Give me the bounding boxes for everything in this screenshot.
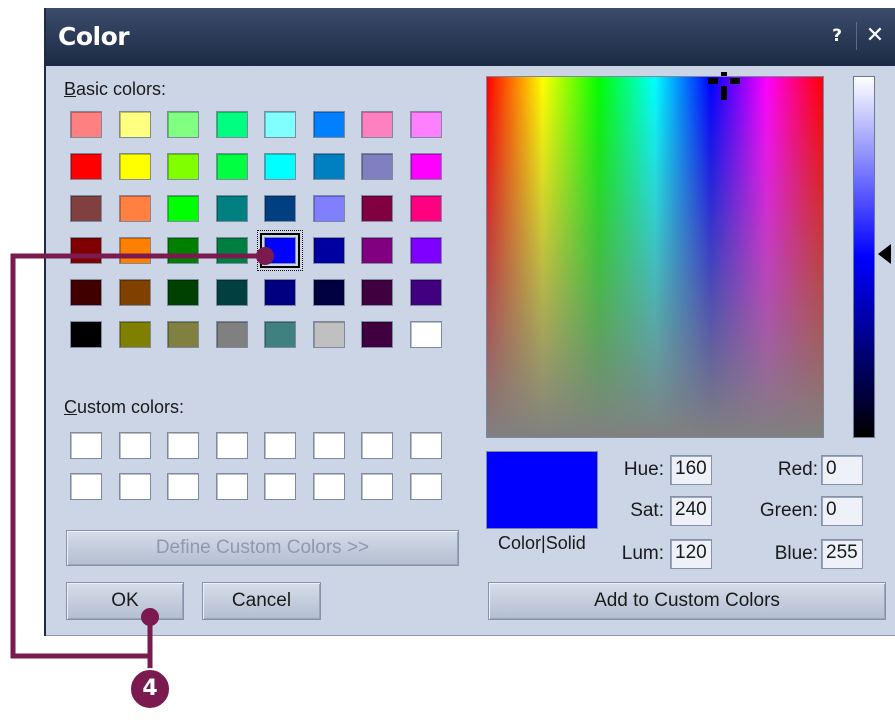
crosshair-icon[interactable]: [706, 72, 742, 100]
basic-color-swatch[interactable]: [118, 321, 151, 348]
custom-color-swatch[interactable]: [361, 473, 393, 500]
basic-color-swatch[interactable]: [409, 237, 442, 264]
basic-color-swatch[interactable]: [312, 237, 345, 264]
hue-field[interactable]: 160: [670, 455, 712, 485]
help-button[interactable]: ?: [821, 20, 853, 52]
custom-color-swatch[interactable]: [264, 432, 296, 459]
color-solid-label: Color|Solid: [498, 533, 586, 553]
basic-color-swatch[interactable]: [264, 279, 296, 306]
ok-button[interactable]: OK: [66, 582, 184, 620]
basic-color-swatch[interactable]: [118, 111, 151, 138]
add-to-custom-colors-button[interactable]: Add to Custom Colors: [488, 582, 886, 620]
basic-color-swatch[interactable]: [409, 111, 442, 138]
blue-field[interactable]: 255: [821, 539, 863, 569]
basic-color-swatch[interactable]: [70, 321, 102, 348]
basic-color-swatch[interactable]: [361, 237, 393, 264]
luminosity-bar[interactable]: [853, 76, 875, 438]
custom-color-swatch[interactable]: [167, 432, 199, 459]
basic-color-swatch[interactable]: [215, 153, 248, 180]
basic-color-swatch[interactable]: [312, 279, 345, 306]
basic-color-swatch[interactable]: [70, 237, 102, 264]
basic-color-swatch[interactable]: [361, 321, 393, 348]
basic-color-swatch[interactable]: [70, 111, 102, 138]
basic-color-swatch[interactable]: [70, 195, 102, 222]
basic-color-swatch[interactable]: [118, 279, 151, 306]
custom-color-swatch[interactable]: [409, 432, 442, 459]
custom-color-swatch[interactable]: [167, 473, 199, 500]
custom-color-swatch[interactable]: [215, 432, 248, 459]
basic-color-swatch[interactable]: [361, 195, 393, 222]
title-bar: Color ? ✕: [46, 8, 895, 66]
cancel-button[interactable]: Cancel: [202, 582, 321, 620]
custom-color-swatch[interactable]: [70, 473, 102, 500]
basic-color-swatch[interactable]: [167, 195, 199, 222]
basic-color-swatch[interactable]: [409, 279, 442, 306]
basic-color-swatch[interactable]: [312, 111, 345, 138]
basic-color-swatch[interactable]: [312, 195, 345, 222]
selected-swatch-frame: [257, 230, 303, 271]
basic-color-swatch[interactable]: [409, 195, 442, 222]
basic-color-swatch[interactable]: [118, 153, 151, 180]
basic-color-swatch[interactable]: [70, 153, 102, 180]
basic-color-swatch[interactable]: [167, 321, 199, 348]
basic-color-swatch[interactable]: [361, 153, 393, 180]
custom-color-swatch[interactable]: [70, 432, 102, 459]
basic-color-swatch[interactable]: [215, 111, 248, 138]
custom-color-swatch[interactable]: [409, 473, 442, 500]
basic-color-swatch[interactable]: [409, 153, 442, 180]
basic-color-swatch[interactable]: [361, 111, 393, 138]
basic-color-swatch[interactable]: [264, 321, 296, 348]
green-label: Green:: [759, 500, 818, 521]
red-label: Red:: [777, 459, 818, 480]
basic-color-swatch[interactable]: [312, 321, 345, 348]
basic-color-swatch[interactable]: [167, 153, 199, 180]
green-field[interactable]: 0: [821, 496, 863, 526]
custom-color-swatch[interactable]: [118, 473, 151, 500]
custom-color-swatch[interactable]: [361, 432, 393, 459]
basic-color-swatch[interactable]: [167, 237, 199, 264]
basic-color-swatch[interactable]: [264, 153, 296, 180]
blue-label: Blue:: [774, 543, 818, 564]
custom-color-swatch[interactable]: [118, 432, 151, 459]
basic-color-swatch[interactable]: [264, 195, 296, 222]
basic-color-swatch[interactable]: [264, 111, 296, 138]
color-preview: [486, 451, 598, 529]
lum-field[interactable]: 120: [670, 539, 712, 569]
color-dialog: Color ? ✕ Basic colors: Custom colors: D…: [44, 8, 895, 636]
custom-colors-label: Custom colors:: [64, 397, 185, 417]
basic-color-swatch[interactable]: [167, 279, 199, 306]
color-spectrum[interactable]: [486, 76, 824, 438]
basic-color-swatch[interactable]: [409, 321, 442, 348]
close-button[interactable]: ✕: [859, 20, 891, 52]
basic-color-swatch[interactable]: [312, 153, 345, 180]
basic-color-swatch[interactable]: [215, 195, 248, 222]
basic-color-swatch[interactable]: [167, 111, 199, 138]
luminosity-arrow-icon[interactable]: [878, 244, 891, 264]
custom-color-swatch[interactable]: [215, 473, 248, 500]
sat-label: Sat:: [630, 500, 664, 521]
hue-label: Hue:: [623, 459, 664, 480]
define-custom-colors-button[interactable]: Define Custom Colors >>: [66, 530, 459, 566]
basic-color-swatch[interactable]: [361, 279, 393, 306]
custom-color-swatch[interactable]: [264, 473, 296, 500]
custom-color-swatch[interactable]: [312, 432, 345, 459]
basic-color-swatch[interactable]: [215, 321, 248, 348]
basic-color-swatch[interactable]: [215, 279, 248, 306]
window-title: Color: [58, 22, 130, 51]
lum-label: Lum:: [621, 543, 664, 564]
basic-colors-label: Basic colors:: [64, 79, 167, 99]
step-number-badge: 4: [129, 668, 171, 710]
title-separator: [856, 22, 857, 50]
basic-color-swatch[interactable]: [118, 237, 151, 264]
basic-color-swatch[interactable]: [215, 237, 248, 264]
red-field[interactable]: 0: [821, 455, 863, 485]
sat-field[interactable]: 240: [670, 496, 712, 526]
custom-color-swatch[interactable]: [312, 473, 345, 500]
basic-color-swatch[interactable]: [118, 195, 151, 222]
basic-color-swatch[interactable]: [70, 279, 102, 306]
